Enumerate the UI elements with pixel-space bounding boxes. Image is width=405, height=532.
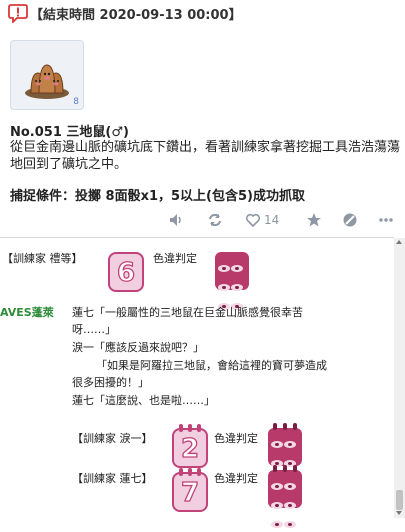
top-roll-speaker: 【訓練家 禮等】 [2,252,83,265]
top-color-die [215,252,249,310]
block-icon [343,213,357,227]
log-line: 很多困擾的！」 [72,376,149,389]
roll2-value: 7 [180,477,200,508]
roll1-color-die [268,423,302,486]
end-time-text: 【結束時間 2020-09-13 00:00】 [30,8,242,23]
top-roll-value: 6 [116,257,136,288]
pokemon-thumbnail[interactable]: 8 [10,40,84,110]
star-icon [307,213,321,227]
repost-icon [209,213,221,227]
log-line: 「如果是阿羅拉三地鼠，會給這裡的寶可夢造成 [96,359,327,372]
pokemon-description: 從巨金南邊山脈的礦坑底下鑽出，看著訓練家拿著挖掘工具浩浩蕩蕩地回到了礦坑之中。 [10,140,401,172]
roll1-value: 2 [180,433,200,464]
roll2-color-die [268,465,302,528]
favorite-button[interactable] [306,210,322,230]
post-author[interactable]: AVES蓬萊 [0,304,54,320]
repost-button[interactable] [207,210,223,230]
scroll-down-icon[interactable] [396,511,402,515]
alert-speech-icon [8,3,28,25]
block-button[interactable] [342,210,358,230]
top-roll-die: 6 [108,252,144,292]
scroll-up-icon[interactable] [396,240,402,244]
more-button[interactable] [378,210,394,230]
eye-pattern [271,475,299,532]
action-bar: 14 [0,206,405,236]
roll2-die: 7 [172,468,208,512]
divider [0,237,394,238]
volume-button[interactable] [168,210,184,230]
capture-condition: 捕捉條件：投擲 8面骰x1，5以上(包含5)成功抓取 [10,189,305,204]
roll2-speaker: 【訓練家 蓮七】 [72,472,153,485]
scrollbar-thumb[interactable] [396,490,403,510]
roll2-judge: 色違判定 [214,472,258,485]
log-line: 蓮七「這麼說、也是啦……」 [72,394,215,407]
dugtrio-sprite [25,64,69,99]
more-icon [379,218,393,222]
roll1-judge: 色違判定 [214,432,258,445]
log-line: 蓮七「一般屬性的三地鼠在巨金山脈感覺很幸苦 [72,306,303,319]
like-button[interactable]: 14 [245,210,279,230]
roll1-speaker: 【訓練家 淚一】 [72,432,153,445]
like-count: 14 [264,213,280,227]
log-line: 淚一「應該反過來說吧？」 [72,341,204,354]
end-time-bar: 【結束時間 2020-09-13 00:00】 [0,0,405,26]
heart-icon [245,213,261,228]
top-roll-judge: 色違判定 [153,252,197,265]
roll1-die: 2 [172,424,208,468]
log-scrollbar[interactable] [394,238,405,518]
log-line: 呀……」 [72,323,116,336]
volume-icon [170,214,181,226]
pokemon-name: No.051 三地鼠(♂) [10,125,129,140]
thumbnail-number: 8 [73,97,79,107]
